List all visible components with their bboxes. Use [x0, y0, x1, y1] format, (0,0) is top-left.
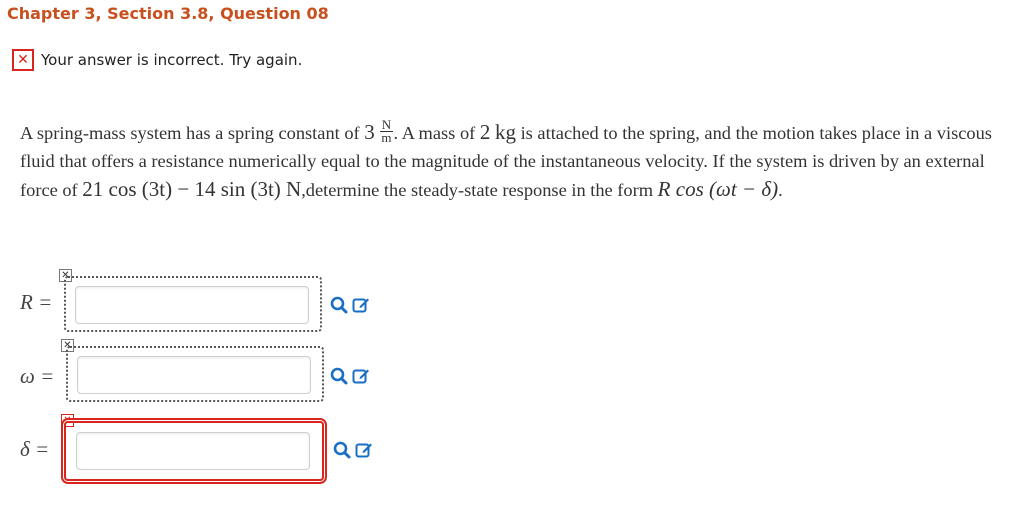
edit-icon[interactable] — [352, 296, 370, 314]
mass-value: 2 — [479, 120, 491, 144]
edit-icon[interactable] — [355, 441, 373, 459]
answer-label-omega: ω = — [20, 364, 54, 389]
question-title: Chapter 3, Section 3.8, Question 08 — [7, 4, 329, 23]
problem-text-5: . — [778, 180, 783, 201]
answer-label-omega-text: ω = — [20, 364, 55, 388]
answer-label-delta: δ = — [20, 437, 49, 462]
search-icon[interactable] — [330, 367, 348, 385]
edit-icon[interactable] — [352, 367, 370, 385]
response-form: R cos (ωt − δ) — [657, 177, 779, 202]
answer-label-r: R = — [20, 290, 52, 315]
answer-container-delta — [64, 421, 324, 481]
unit-denominator: m — [381, 130, 392, 146]
feedback-message: ✕ Your answer is incorrect. Try again. — [12, 49, 302, 71]
problem-text-1: A spring-mass system has a spring consta… — [20, 123, 365, 143]
spring-constant: 3 — [364, 120, 375, 144]
problem-text-4: ,determine the steady-state response in … — [301, 180, 658, 201]
spring-constant-unit: Nm — [380, 118, 393, 146]
answer-container-omega — [66, 346, 324, 402]
answer-label-delta-text: δ = — [20, 437, 50, 461]
answer-container-r — [64, 276, 322, 332]
answer-label-r-text: R = — [20, 290, 53, 314]
problem-statement: A spring-mass system has a spring consta… — [20, 118, 1020, 204]
search-icon[interactable] — [330, 296, 348, 314]
search-icon[interactable] — [333, 441, 351, 459]
answer-input-omega[interactable] — [77, 356, 311, 394]
external-force: 21 cos (3t) − 14 sin (3t) N — [82, 177, 302, 202]
answer-input-r[interactable] — [75, 286, 309, 324]
problem-text-2: . A mass of — [393, 123, 480, 143]
mass-unit: kg — [494, 120, 516, 144]
answer-input-delta[interactable] — [76, 432, 310, 470]
feedback-text: Your answer is incorrect. Try again. — [41, 51, 303, 69]
incorrect-x-icon: ✕ — [12, 49, 34, 71]
